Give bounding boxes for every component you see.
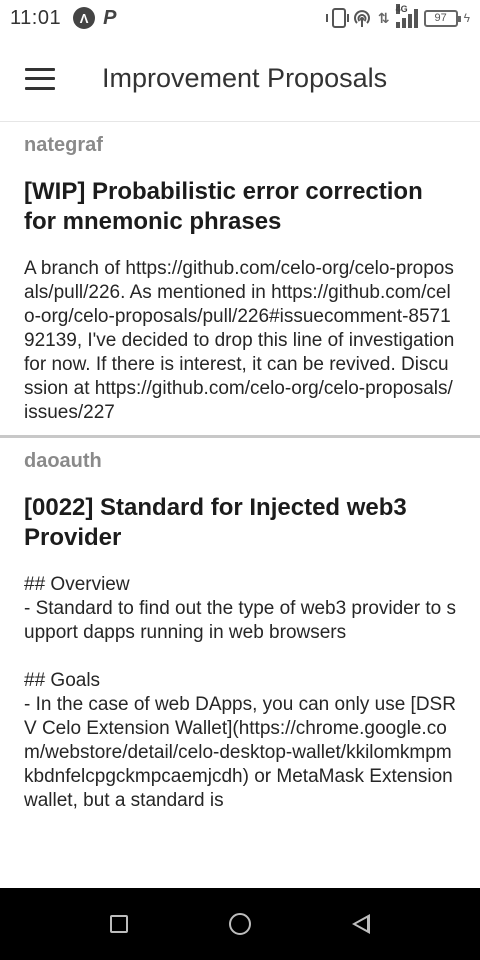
proposal-card[interactable]: nategraf [WIP] Probabilistic error corre… bbox=[0, 122, 480, 435]
proposal-body: ## Overview - Standard to find out the t… bbox=[24, 574, 456, 811]
network-type: 4G bbox=[395, 4, 408, 14]
status-right-icons: ⇅ 4G 97 ϟ bbox=[325, 4, 470, 28]
hamburger-menu-icon bbox=[25, 67, 55, 90]
proposal-card[interactable]: daoauth [0022] Standard for Injected web… bbox=[0, 438, 480, 823]
battery-icon: 97 bbox=[423, 9, 461, 27]
hotspot-icon bbox=[353, 10, 370, 27]
navigation-bar bbox=[0, 888, 480, 960]
proposal-title: [0022] Standard for Injected web3 Provid… bbox=[24, 494, 407, 551]
proposal-body: A branch of https://github.com/celo-org/… bbox=[24, 258, 460, 423]
charging-bolt-icon: ϟ bbox=[463, 11, 470, 25]
proposal-title: [WIP] Probabilistic error correction for… bbox=[24, 178, 423, 235]
data-transfer-icon: ⇅ bbox=[377, 9, 390, 26]
status-time: 11:01 bbox=[10, 6, 62, 29]
status-left-icons: Λ P bbox=[73, 7, 116, 30]
proposal-list[interactable]: nategraf [WIP] Probabilistic error corre… bbox=[0, 122, 480, 888]
back-button[interactable] bbox=[351, 914, 370, 934]
menu-button[interactable] bbox=[0, 36, 80, 122]
proposal-author: daoauth bbox=[24, 450, 102, 472]
assistant-icon: Λ bbox=[73, 7, 96, 29]
home-button[interactable] bbox=[228, 913, 251, 935]
signal-icon: 4G bbox=[395, 4, 418, 28]
status-bar: 11:01 Λ P ⇅ 4G 97 ϟ bbox=[0, 0, 480, 36]
recent-apps-button[interactable] bbox=[110, 915, 129, 933]
app-bar: Improvement Proposals bbox=[0, 36, 480, 122]
vibrate-icon bbox=[325, 8, 349, 28]
page-title: Improvement Proposals bbox=[102, 63, 388, 93]
proposal-author: nategraf bbox=[24, 134, 103, 156]
p-icon: P bbox=[103, 6, 117, 29]
